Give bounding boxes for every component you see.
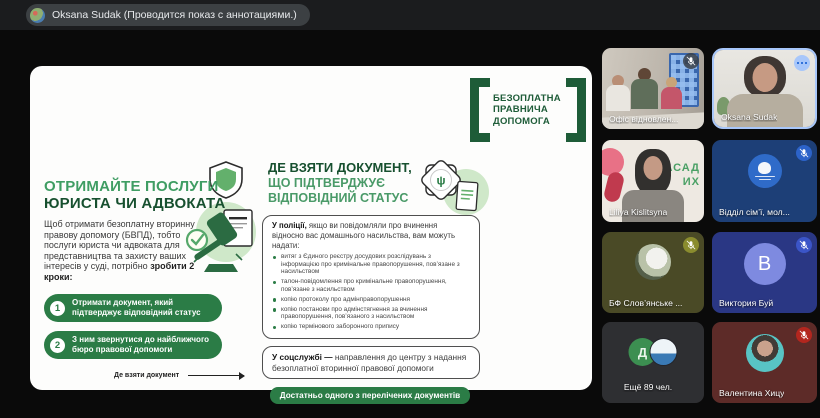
left-column: ОТРИМАЙТЕ ПОСЛУГИ ЮРИСТА ЧИ АДВОКАТА Щоб… (44, 178, 246, 379)
participant-tile[interactable]: Офіс відновлен... (602, 48, 704, 129)
participant-tile[interactable]: Oksana Sudak (712, 48, 817, 129)
step-text: З ним звернутися до найближчого бюро пра… (72, 335, 210, 355)
right-title-line1: ДЕ ВЗЯТИ ДОКУМЕНТ, (268, 160, 412, 175)
police-document-list: витяг з Єдиного реєстру досудових розслі… (272, 253, 470, 330)
organization-logo (747, 154, 782, 188)
participant-name: Відділ сім’ї, мол... (719, 207, 790, 217)
social-lead-bold: У соцслужбі — (272, 352, 333, 363)
participant-tile[interactable]: АСАД ИХ Liliya Kislitsyna (602, 140, 704, 222)
mic-off-icon (683, 53, 699, 69)
person-figure (643, 156, 663, 180)
overflow-tile[interactable]: Д Ещё 89 чел. (602, 322, 704, 403)
left-title-line1: ОТРИМАЙТЕ ПОСЛУГИ (44, 178, 219, 195)
presenter-label: Oksana Sudak (Проводится показ с аннотац… (52, 9, 297, 21)
police-lead-bold: У поліції, (272, 221, 307, 231)
logo-bracket-left-icon (470, 78, 490, 142)
list-item: копію термінового заборонного припису (272, 323, 470, 331)
list-item: витяг з Єдиного реєстру досудових розслі… (272, 253, 470, 276)
intro-paragraph: Щоб отримати безоплатну вторинну правову… (44, 219, 201, 282)
step-number: 1 (50, 300, 65, 316)
left-title-line2: ЮРИСТА ЧИ АДВОКАТА (44, 195, 226, 212)
logo-text: БЕЗОПЛАТНА ПРАВНИЧА ДОПОМОГА (490, 78, 566, 142)
avatar (745, 334, 784, 372)
documents-note-pill: Достатньо одного з перелічених документі… (270, 386, 470, 404)
participant-name: БФ Слов’янське ... (609, 298, 683, 308)
police-box: У поліції, якщо ви повідомляли про вчине… (262, 215, 480, 340)
crest-icon (758, 162, 771, 175)
logo-line: ПРАВНИЧА (493, 104, 548, 116)
speaking-indicator-icon (794, 55, 810, 71)
logo-detail (754, 175, 775, 177)
logo-line: ДОПОМОГА (493, 115, 550, 127)
participant-name: Валентина Хицу (719, 388, 785, 398)
participant-name: Офіс відновлен... (609, 114, 679, 124)
arrow-note: Де взяти документ (114, 372, 246, 379)
legal-aid-logo: БЕЗОПЛАТНА ПРАВНИЧА ДОПОМОГА (470, 78, 586, 142)
step-text: Отримати документ, який підтверджує відп… (72, 298, 201, 318)
participant-tile[interactable]: B Виктория Буй (712, 232, 817, 313)
person-figure (661, 87, 682, 109)
step-pill-1: 1 Отримати документ, який підтверджує ві… (44, 294, 222, 323)
participant-name: Виктория Буй (719, 298, 774, 308)
logo-line: БЕЗОПЛАТНА (493, 92, 561, 104)
avatar-letter: B (743, 243, 786, 285)
person-figure (752, 63, 777, 92)
participant-name: Oksana Sudak (721, 112, 778, 122)
participants-grid: Офіс відновлен... Oksana Sudak АСАД ИХ L… (602, 48, 818, 404)
step-pill-2: 2 З ним звернутися до найближчого бюро п… (44, 331, 222, 360)
arrow-right-icon (188, 372, 246, 379)
right-title-line3: ВІДПОВІДНИЙ СТАТУС (268, 191, 409, 206)
participant-tile[interactable]: БФ Слов’янське ... (602, 232, 704, 313)
list-item: талон-повідомлення про кримінальне право… (272, 278, 470, 293)
arrow-label: Де взяти документ (114, 372, 180, 380)
participant-tile[interactable]: Відділ сім’ї, мол... (712, 140, 817, 222)
step-number: 2 (50, 337, 65, 353)
police-lead: У поліції, якщо ви повідомляли про вчине… (272, 221, 470, 250)
right-title-line2: ЩО ПІДТВЕРДЖУЄ (268, 175, 386, 190)
meet-window: Oksana Sudak (Проводится показ с аннотац… (0, 0, 820, 418)
top-bar: Oksana Sudak (Проводится показ с аннотац… (0, 0, 820, 30)
mic-off-icon (796, 327, 812, 343)
list-item: копію протоколу про адмінправопорушення (272, 296, 470, 304)
avatar (635, 244, 671, 280)
social-lead: У соцслужбі — направлення до центру з на… (272, 352, 470, 373)
logo-bracket-right-icon (566, 78, 586, 142)
right-column: ДЕ ВЗЯТИ ДОКУМЕНТ, ЩО ПІДТВЕРДЖУЄ ВІДПОВ… (262, 160, 480, 404)
person-figure (631, 79, 658, 109)
presenter-avatar (30, 7, 45, 23)
participant-tile[interactable]: Валентина Хицу (712, 322, 817, 403)
mic-off-icon (683, 237, 699, 253)
overflow-count-label: Ещё 89 чел. (623, 382, 673, 392)
overflow-avatars: Д (628, 338, 678, 366)
screen-share-slide[interactable]: БЕЗОПЛАТНА ПРАВНИЧА ДОПОМОГА ψ ОТРИМАЙТЕ… (30, 66, 592, 404)
list-item: копію постанови про адмінстягнення за вч… (272, 306, 470, 321)
participant-name: Liliya Kislitsyna (609, 207, 668, 217)
social-box: У соцслужбі — направлення до центру з на… (262, 346, 480, 379)
mic-off-icon (796, 145, 812, 161)
person-figure (606, 85, 630, 111)
person-figure (622, 190, 684, 222)
logo-detail (758, 178, 771, 180)
presenter-pill[interactable]: Oksana Sudak (Проводится показ с аннотац… (26, 4, 310, 26)
avatar (649, 338, 678, 366)
mic-off-icon (796, 237, 812, 253)
